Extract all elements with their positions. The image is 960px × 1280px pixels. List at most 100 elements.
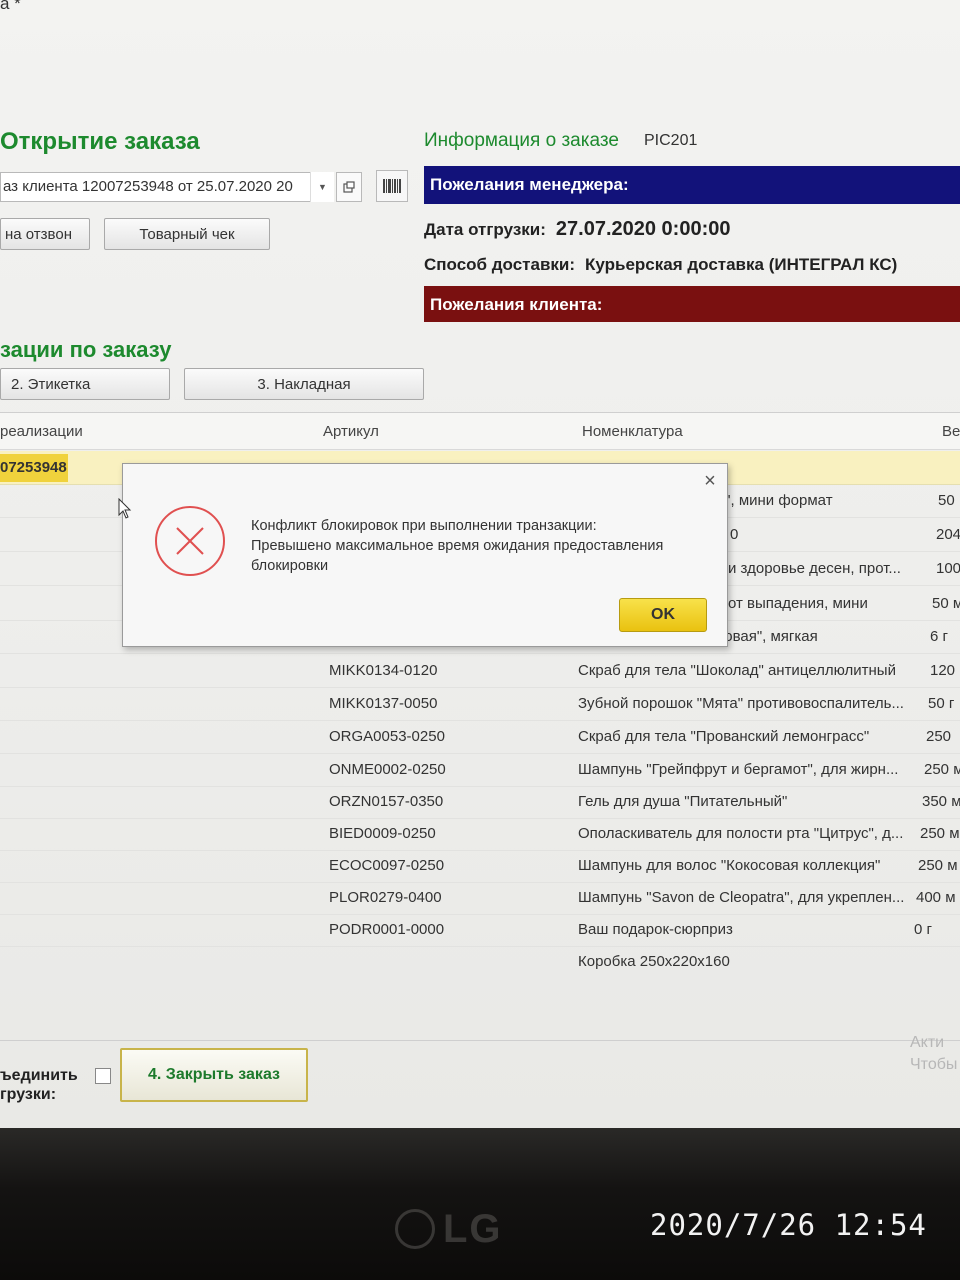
row-article: ONME0002-0250 (329, 761, 446, 778)
row-weight: 250 м (920, 825, 960, 842)
error-line-3: блокировки (251, 558, 329, 574)
photo-timestamp: 2020/7/26 12:54 (650, 1208, 927, 1242)
row-nomenclature: Ополаскиватель для полости рта "Цитрус",… (578, 825, 904, 842)
row-weight: 250 м (924, 761, 960, 778)
row-nomenclature: Шампунь для волос "Кокосовая коллекция" (578, 857, 881, 874)
error-line-1: Конфликт блокировок при выполнении транз… (251, 518, 597, 534)
delivery-method: Способ доставки: Курьерская доставка (ИНТ… (424, 255, 897, 275)
manager-wishes-bar: Пожелания менеджера: (424, 166, 960, 204)
error-message: Конфликт блокировок при выполнении транз… (251, 516, 691, 576)
label-button[interactable]: 2. Этикетка (0, 368, 170, 400)
error-dialog: × Конфликт блокировок при выполнении тра… (122, 463, 728, 647)
invoice-button[interactable]: 3. Накладная (184, 368, 424, 400)
client-wishes-bar: Пожелания клиента: (424, 286, 960, 322)
ok-button[interactable]: OK (619, 598, 707, 632)
activation-line-1: Акти (910, 1034, 945, 1051)
order-code: PIC201 (644, 132, 698, 149)
row-weight: 400 м (916, 889, 956, 906)
barcode-scan-button[interactable] (376, 170, 408, 202)
table-row[interactable]: PODR0001-0000 Ваш подарок-сюрприз 0 г (0, 915, 960, 947)
row-weight: 50 м (932, 595, 960, 612)
ship-date-label: Дата отгрузки: (424, 220, 546, 239)
row-nomenclature: 0 (730, 526, 739, 543)
row-nomenclature: Коробка 250х220х160 (578, 953, 730, 970)
row-nomenclature: от выпадения, мини (728, 595, 868, 612)
footer-divider (0, 1040, 960, 1041)
table-row[interactable]: MIKK0134-0120 Скраб для тела "Шоколад" а… (0, 656, 960, 688)
row-weight: 6 г (930, 628, 948, 645)
table-row[interactable]: ECOC0097-0250 Шампунь для волос "Кокосов… (0, 851, 960, 883)
positions-title: зации по заказу (0, 337, 172, 362)
row-article: ORGA0053-0250 (329, 728, 445, 745)
row-nomenclature: Скраб для тела "Прованский лемонграсс" (578, 728, 870, 745)
row-weight: 250 (926, 728, 952, 745)
row-article: ORZN0157-0350 (329, 793, 444, 810)
error-line-2: Превышено максимальное время ожидания пр… (251, 538, 664, 554)
table-row[interactable]: ORGA0053-0250 Скраб для тела "Прованский… (0, 722, 960, 754)
order-open-title: Открытие заказа (0, 128, 200, 155)
table-row[interactable]: MIKK0137-0050 Зубной порошок "Мята" прот… (0, 689, 960, 721)
row-article: MIKK0134-0120 (329, 662, 438, 679)
table-header: реализации Артикул Номенклатура Ве (0, 412, 960, 450)
row-weight: 100 (936, 560, 960, 577)
row-article: MIKK0137-0050 (329, 695, 438, 712)
row-article: ECOC0097-0250 (329, 857, 445, 874)
col-realization[interactable]: реализации (0, 423, 83, 440)
table-row[interactable]: ORZN0157-0350 Гель для душа "Питательный… (0, 787, 960, 819)
combine-shipments-label: ъединить (0, 1067, 78, 1084)
monitor-bezel (0, 1128, 960, 1280)
col-weight[interactable]: Ве (942, 423, 960, 440)
row-nomenclature: Шампунь "Грейпфрут и бергамот", для жирн… (578, 761, 899, 778)
lg-logo-icon (395, 1209, 435, 1249)
barcode-icon (383, 179, 401, 193)
shipments-label: грузки: (0, 1086, 57, 1103)
table-row[interactable]: BIED0009-0250 Ополаскиватель для полости… (0, 819, 960, 851)
row-nomenclature: ый", мини формат (706, 492, 833, 509)
row-weight: 50 г (928, 695, 955, 712)
row-nomenclature: Зубной порошок "Мята" противовоспалитель… (578, 695, 904, 712)
row-weight: 0 г (914, 921, 932, 938)
row-article: PODR0001-0000 (329, 921, 445, 938)
row-weight: 250 м (918, 857, 958, 874)
receipt-button[interactable]: Товарный чек (104, 218, 270, 250)
row-nomenclature: и здоровье десен, прот... (728, 560, 901, 577)
table-row[interactable]: ONME0002-0250 Шампунь "Грейпфрут и берга… (0, 755, 960, 787)
row-nomenclature: Скраб для тела "Шоколад" антицеллюлитный (578, 662, 896, 679)
row-article: PLOR0279-0400 (329, 889, 442, 906)
close-icon[interactable]: × (701, 471, 719, 491)
table-row[interactable]: Коробка 250х220х160 (0, 947, 960, 979)
table-row[interactable]: PLOR0279-0400 Шампунь "Savon de Cleopatr… (0, 883, 960, 915)
row-article: BIED0009-0250 (329, 825, 436, 842)
row-weight: 350 м (922, 793, 960, 810)
order-select-field[interactable]: аз клиента 12007253948 от 25.07.2020 20 (0, 172, 334, 202)
chevron-down-icon[interactable]: ▼ (310, 172, 334, 202)
row-weight: 120 (930, 662, 956, 679)
windows-activation-watermark: Акти Чтобы (910, 1032, 957, 1076)
row-nomenclature: Ваш подарок-сюрприз (578, 921, 733, 938)
order-info-title: Информация о заказе (424, 130, 619, 151)
callback-button[interactable]: на отзвон (0, 218, 90, 250)
delivery-label: Способ доставки: (424, 255, 576, 274)
close-order-button[interactable]: 4. Закрыть заказ (120, 1048, 308, 1102)
selected-row-id: 07253948 (0, 454, 68, 482)
row-weight: 204 (936, 526, 960, 543)
ship-date: Дата отгрузки: 27.07.2020 0:00:00 (424, 218, 731, 241)
ship-date-value: 27.07.2020 0:00:00 (555, 218, 731, 240)
lg-logo-text: LG (443, 1206, 503, 1251)
row-nomenclature: Шампунь "Savon de Cleopatra", для укрепл… (578, 889, 905, 906)
app-screen: а * Открытие заказа аз клиента 120072539… (0, 0, 960, 1128)
combine-shipments-checkbox[interactable] (95, 1068, 111, 1084)
delivery-value: Курьерская доставка (ИНТЕГРАЛ КС) (585, 255, 898, 274)
row-weight: 50 (938, 492, 955, 509)
error-icon (155, 506, 225, 576)
row-nomenclature: уковая", мягкая (710, 628, 818, 645)
lg-logo: LG (395, 1205, 525, 1253)
mouse-cursor-icon (118, 498, 132, 519)
col-nomenclature[interactable]: Номенклатура (582, 423, 683, 440)
window-title: а * (0, 0, 21, 13)
open-form-button[interactable] (336, 172, 362, 202)
col-article[interactable]: Артикул (323, 423, 379, 440)
activation-line-2: Чтобы (910, 1056, 958, 1073)
row-nomenclature: Гель для душа "Питательный" (578, 793, 788, 810)
open-window-icon (343, 181, 355, 193)
